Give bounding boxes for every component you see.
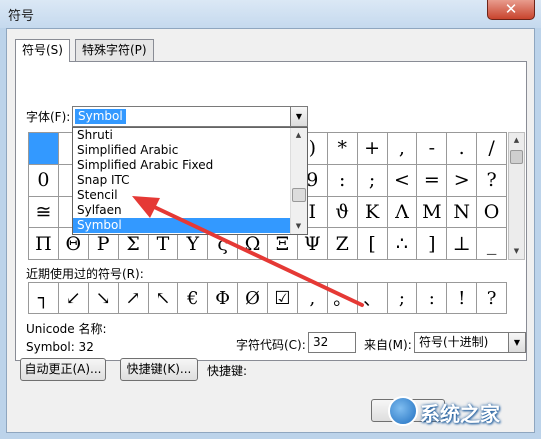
watermark: 系统之家 — [388, 394, 538, 430]
watermark-logo-icon — [388, 396, 418, 426]
annotation-arrow — [132, 196, 364, 307]
watermark-text: 系统之家 — [420, 402, 500, 426]
arrow-shaft — [148, 203, 364, 307]
